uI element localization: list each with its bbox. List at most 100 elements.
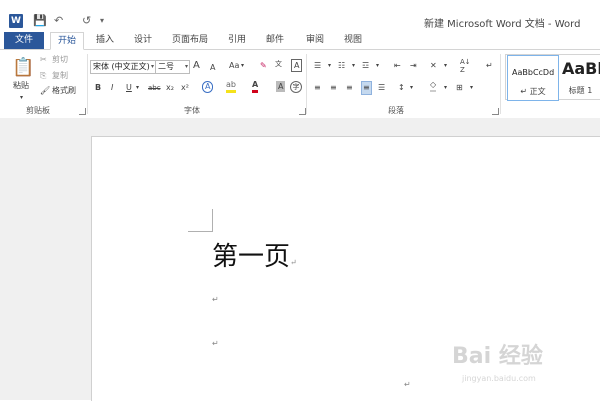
- font-name-value: 宋体 (中文正文): [93, 62, 150, 71]
- heading-text: 第一页: [212, 242, 291, 272]
- word-app-icon[interactable]: W: [9, 14, 23, 28]
- cut-icon[interactable]: ✂: [40, 54, 47, 66]
- enclose-characters-icon[interactable]: 字: [290, 81, 302, 93]
- group-separator: [306, 54, 307, 114]
- tab-references[interactable]: 引用: [222, 32, 252, 49]
- paragraph-mark: ↵: [212, 339, 219, 348]
- chevron-down-icon[interactable]: ▾: [136, 82, 139, 94]
- style-normal-sample: AaBbCcDd: [512, 68, 555, 77]
- baidu-watermark: Bai 经验 jingyan.baidu.com: [452, 338, 580, 386]
- ribbon-tabs: 文件 开始 插入 设计 页面布局 引用 邮件 审阅 视图: [0, 32, 600, 50]
- tab-home[interactable]: 开始: [50, 32, 84, 50]
- ribbon: 📋 粘贴 ▾ ✂ 剪切 ⎘ 复制 🖌 格式刷 剪贴板 宋体 (中文正文) ▾ 二…: [0, 49, 600, 119]
- font-name-select[interactable]: 宋体 (中文正文) ▾: [90, 60, 156, 74]
- decrease-indent-icon[interactable]: ⇤: [394, 60, 401, 72]
- style-normal-label: 正文: [529, 87, 546, 96]
- style-heading-sample: AaBl: [562, 59, 600, 78]
- style-normal-name: ↵ 正文: [520, 87, 546, 96]
- line-spacing-icon[interactable]: ↕: [398, 82, 405, 94]
- paste-button[interactable]: 粘贴: [13, 80, 29, 92]
- chevron-down-icon[interactable]: ▾: [410, 82, 413, 94]
- shading-icon[interactable]: ◇: [430, 80, 437, 92]
- font-size-select[interactable]: 二号 ▾: [155, 60, 190, 74]
- change-case-button[interactable]: Aa: [229, 60, 239, 72]
- group-separator: [500, 54, 501, 114]
- align-right-icon[interactable]: ≡: [346, 82, 353, 94]
- chinese-layout-icon[interactable]: ✕: [430, 60, 437, 72]
- chevron-down-icon: ▾: [150, 63, 154, 70]
- tab-insert[interactable]: 插入: [90, 32, 120, 49]
- chevron-down-icon[interactable]: ▾: [444, 82, 447, 94]
- style-normal[interactable]: AaBbCcDd ↵ 正文: [507, 55, 559, 101]
- character-shading-icon[interactable]: A: [276, 81, 286, 92]
- phonetic-guide-icon[interactable]: 文: [275, 58, 282, 70]
- styles-gallery: AaBbCcDd ↵ 正文 AaBl 标题 1: [505, 54, 600, 101]
- group-label-font: 字体: [184, 106, 200, 115]
- highlight-color-icon[interactable]: ab: [226, 80, 236, 93]
- style-heading-name: 标题 1: [568, 86, 593, 95]
- tab-design[interactable]: 设计: [128, 32, 158, 49]
- group-label-clipboard: 剪贴板: [26, 106, 50, 115]
- bold-button[interactable]: B: [95, 82, 101, 94]
- superscript-button[interactable]: x²: [181, 82, 189, 94]
- numbering-icon[interactable]: ☷: [338, 60, 345, 72]
- paragraph-launcher-icon[interactable]: [492, 108, 499, 115]
- borders-icon[interactable]: ⊞: [456, 82, 463, 94]
- justify-icon[interactable]: ≡: [361, 81, 372, 95]
- paste-dropdown-icon[interactable]: ▾: [20, 92, 23, 104]
- customize-qat-icon[interactable]: ▾: [100, 14, 104, 28]
- chevron-down-icon: ▾: [184, 63, 188, 70]
- save-icon[interactable]: 💾: [33, 14, 47, 28]
- cut-button[interactable]: 剪切: [52, 54, 68, 66]
- chevron-down-icon[interactable]: ▾: [328, 60, 331, 72]
- character-border-icon[interactable]: A: [291, 59, 303, 72]
- clipboard-launcher-icon[interactable]: [79, 108, 86, 115]
- grow-font-button[interactable]: A: [193, 60, 200, 72]
- increase-indent-icon[interactable]: ⇥: [410, 60, 417, 72]
- chevron-down-icon[interactable]: ▾: [470, 82, 473, 94]
- copy-icon[interactable]: ⎘: [40, 70, 46, 82]
- paragraph-mark: ↵: [212, 295, 219, 304]
- tab-file[interactable]: 文件: [4, 32, 44, 49]
- bullets-icon[interactable]: ☰: [314, 60, 321, 72]
- title-bar: W 💾 ↶ ↺ ▾ 新建 Microsoft Word 文档 - Word: [0, 0, 600, 32]
- watermark-url: jingyan.baidu.com: [462, 374, 536, 383]
- chevron-down-icon[interactable]: ▾: [376, 60, 379, 72]
- copy-button[interactable]: 复制: [52, 70, 68, 82]
- chevron-down-icon[interactable]: ▾: [352, 60, 355, 72]
- style-heading-1[interactable]: AaBl 标题 1: [560, 55, 600, 99]
- redo-icon[interactable]: ↺: [82, 14, 91, 28]
- subscript-button[interactable]: x₂: [166, 82, 174, 94]
- shrink-font-button[interactable]: A: [210, 62, 215, 74]
- align-center-icon[interactable]: ≡: [330, 82, 337, 94]
- format-painter-icon[interactable]: 🖌: [40, 85, 50, 97]
- text-effects-icon[interactable]: A: [202, 81, 214, 93]
- tab-review[interactable]: 审阅: [300, 32, 330, 49]
- paragraph-mark: ↵: [404, 380, 411, 389]
- group-separator: [87, 54, 88, 114]
- group-label-paragraph: 段落: [388, 106, 404, 115]
- clear-formatting-icon[interactable]: ✎: [260, 60, 267, 72]
- strikethrough-button[interactable]: abc: [148, 82, 161, 94]
- watermark-text: Bai 经验: [452, 344, 543, 369]
- document-heading[interactable]: 第一页↵: [212, 236, 297, 273]
- distributed-icon[interactable]: ☰: [378, 82, 385, 94]
- tab-view[interactable]: 视图: [338, 32, 368, 49]
- paste-icon[interactable]: 📋: [12, 56, 34, 80]
- window-title: 新建 Microsoft Word 文档 - Word: [424, 19, 581, 30]
- format-painter-button[interactable]: 格式刷: [52, 85, 76, 97]
- multilevel-list-icon[interactable]: ☲: [362, 60, 369, 72]
- font-color-icon[interactable]: A: [252, 80, 259, 93]
- paragraph-mark: ↵: [290, 258, 297, 267]
- chevron-down-icon[interactable]: ▾: [241, 60, 244, 72]
- align-left-icon[interactable]: ≡: [314, 82, 321, 94]
- undo-icon[interactable]: ↶: [54, 14, 63, 28]
- tab-page-layout[interactable]: 页面布局: [168, 32, 212, 49]
- show-marks-icon[interactable]: ↵: [486, 60, 493, 72]
- font-launcher-icon[interactable]: [299, 108, 306, 115]
- chevron-down-icon[interactable]: ▾: [444, 60, 447, 72]
- italic-button[interactable]: I: [111, 82, 113, 94]
- sort-icon[interactable]: A↓ Z: [460, 58, 471, 74]
- underline-button[interactable]: U: [126, 82, 132, 94]
- tab-mailings[interactable]: 邮件: [260, 32, 290, 49]
